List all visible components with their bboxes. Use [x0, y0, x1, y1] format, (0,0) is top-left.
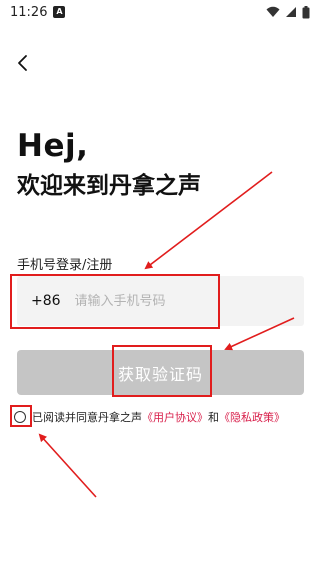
- agreement-conjunction: 和: [208, 411, 219, 424]
- phone-field[interactable]: +86: [17, 276, 304, 326]
- agreement-row: 已阅读并同意丹拿之声 《用户协议》 和 《隐私政策》: [14, 409, 285, 425]
- app-notification-icon: A: [53, 6, 66, 18]
- wifi-icon: [266, 6, 280, 17]
- cellular-signal-icon: [286, 7, 296, 17]
- status-time: 11:26: [10, 4, 48, 20]
- get-verification-code-button[interactable]: 获取验证码: [17, 350, 304, 395]
- chevron-left-icon[interactable]: [12, 52, 34, 74]
- phone-login-label: 手机号登录/注册: [17, 258, 113, 273]
- status-bar: 11:26 A: [0, 0, 320, 24]
- user-agreement-link[interactable]: 《用户协议》: [142, 409, 208, 425]
- greeting-title: Hej,: [17, 128, 89, 164]
- phone-input[interactable]: [72, 292, 277, 310]
- status-left: 11:26 A: [10, 4, 66, 20]
- country-code[interactable]: +86: [31, 293, 61, 309]
- agreement-checkbox[interactable]: [14, 411, 26, 423]
- welcome-heading: 欢迎来到丹拿之声: [17, 173, 201, 199]
- annotation-arrow-checkbox: [38, 433, 97, 498]
- agreement-prefix: 已阅读并同意丹拿之声: [32, 411, 142, 424]
- status-right: [266, 5, 310, 19]
- battery-icon: [302, 5, 310, 18]
- privacy-policy-link[interactable]: 《隐私政策》: [219, 409, 285, 425]
